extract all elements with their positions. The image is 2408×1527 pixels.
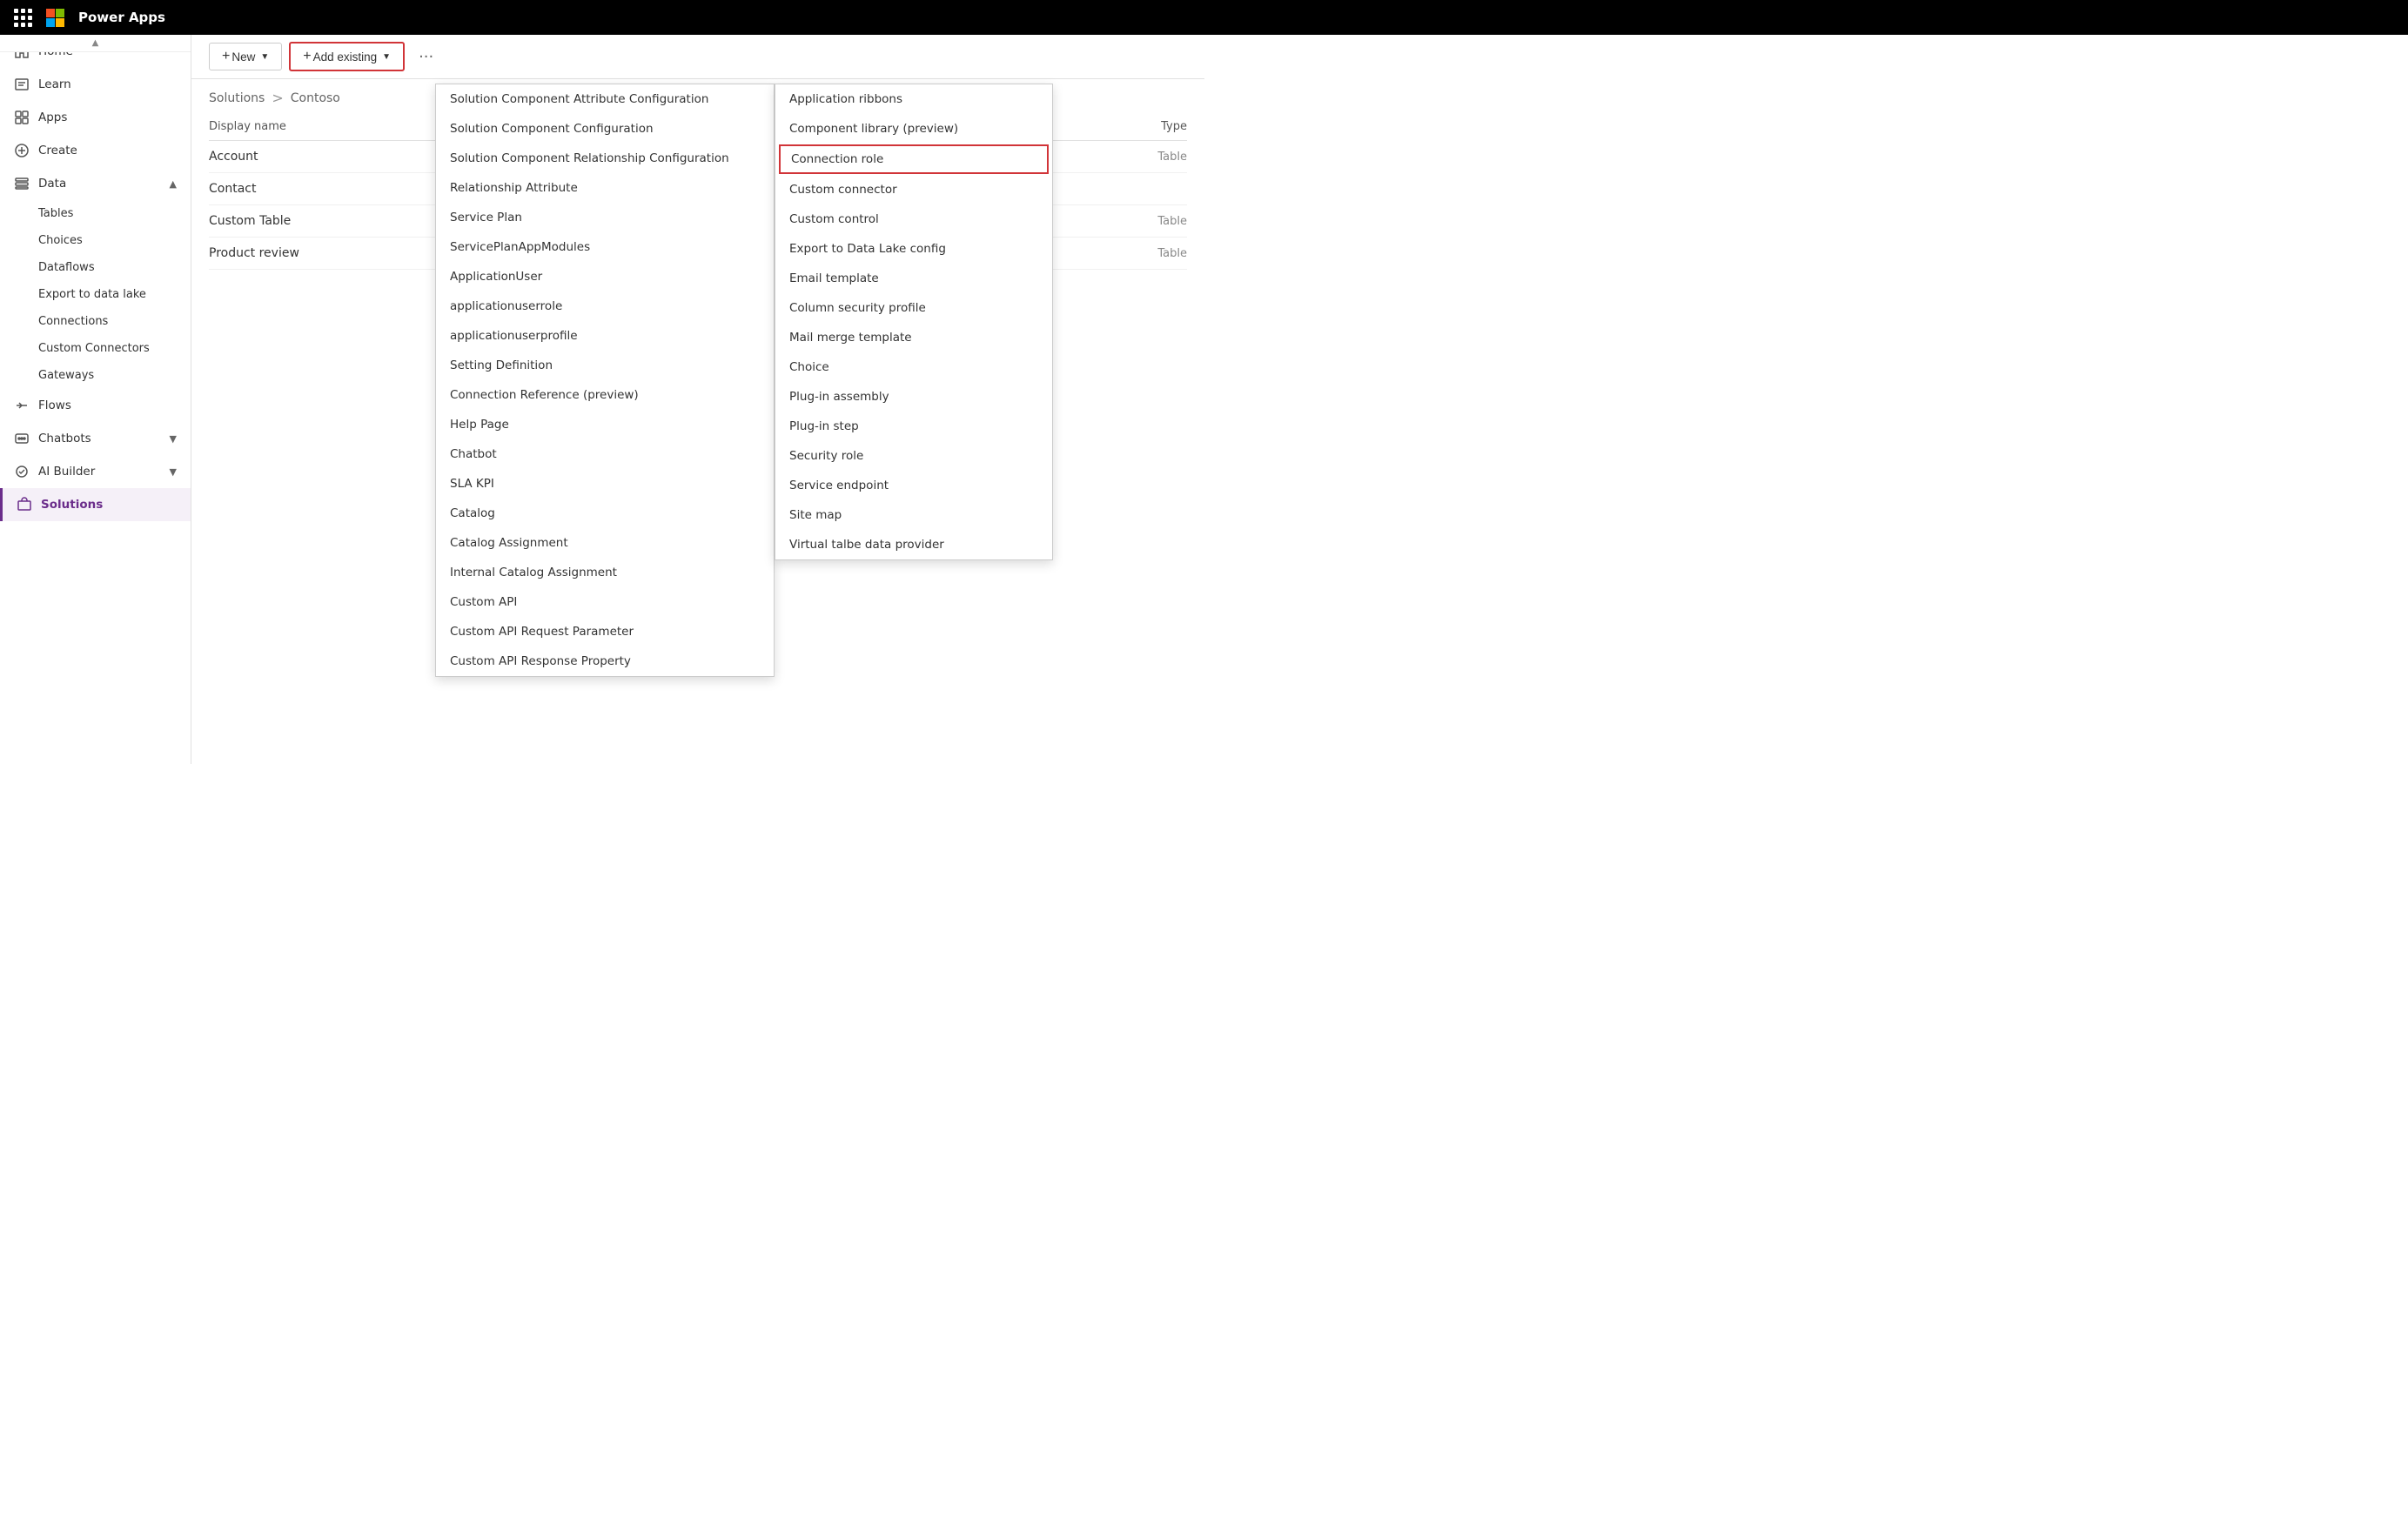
top-bar: Power Apps — [0, 0, 2408, 35]
app-title: Power Apps — [78, 10, 165, 25]
sidebar-sub-item-dataflows[interactable]: Dataflows — [0, 254, 191, 281]
dropdown-left[interactable]: Solution Component Attribute Configurati… — [435, 84, 775, 677]
sidebar-item-solutions-label: Solutions — [41, 498, 103, 512]
dropdown-item[interactable]: applicationuserrole — [436, 291, 774, 321]
dropdown-item-site-map[interactable]: Site map — [775, 500, 1052, 530]
dropdown-item-app-ribbons[interactable]: Application ribbons — [775, 84, 1052, 114]
dropdown-right[interactable]: Application ribbons Component library (p… — [775, 84, 1053, 560]
dropdown-item[interactable]: Chatbot — [436, 439, 774, 469]
main-content: + New ▼ + Add existing ▼ ··· Solutions >… — [191, 35, 1204, 764]
dropdown-item-custom-connector[interactable]: Custom connector — [775, 175, 1052, 204]
sidebar-item-flows[interactable]: Flows — [0, 389, 191, 422]
sidebar-item-solutions[interactable]: Solutions — [0, 488, 191, 521]
dropdown-item-service-endpoint[interactable]: Service endpoint — [775, 471, 1052, 500]
sidebar-sub-item-export[interactable]: Export to data lake — [0, 281, 191, 308]
sidebar-item-ai-builder[interactable]: AI Builder ▼ — [0, 455, 191, 488]
sidebar-item-create[interactable]: Create — [0, 134, 191, 167]
add-existing-button[interactable]: + Add existing ▼ — [289, 42, 405, 71]
dropdown-item-custom-control[interactable]: Custom control — [775, 204, 1052, 234]
col-type[interactable]: Type — [1100, 120, 1187, 133]
breadcrumb-solutions[interactable]: Solutions — [209, 91, 265, 105]
add-existing-chevron-icon: ▼ — [382, 52, 391, 62]
sidebar-item-apps[interactable]: Apps — [0, 101, 191, 134]
dropdown-item-plugin-step[interactable]: Plug-in step — [775, 412, 1052, 441]
chatbots-icon — [14, 431, 30, 446]
sidebar: ▲ Home Learn Apps Create — [0, 35, 191, 764]
dropdown-item[interactable]: Service Plan — [436, 203, 774, 232]
dropdown-item[interactable]: Setting Definition — [436, 351, 774, 380]
new-label: New — [231, 50, 255, 64]
dropdown-item-choice[interactable]: Choice — [775, 352, 1052, 382]
dropdown-item[interactable]: Custom API Response Property — [436, 646, 774, 676]
create-icon — [14, 143, 30, 158]
dropdown-item-security-role[interactable]: Security role — [775, 441, 1052, 471]
data-chevron-up-icon: ▲ — [170, 178, 177, 190]
sidebar-item-flows-label: Flows — [38, 398, 71, 412]
ai-chevron-icon: ▼ — [170, 466, 177, 478]
apps-icon — [14, 110, 30, 125]
row-product-review-type: Table — [1100, 247, 1187, 260]
sidebar-item-learn[interactable]: Learn — [0, 68, 191, 101]
dropdown-item[interactable]: Catalog Assignment — [436, 528, 774, 558]
sidebar-item-ai-label: AI Builder — [38, 465, 95, 479]
dropdown-item-connection-role[interactable]: Connection role — [779, 144, 1049, 174]
row-account-type: Table — [1100, 151, 1187, 164]
dropdown-item[interactable]: ServicePlanAppModules — [436, 232, 774, 262]
dropdown-item[interactable]: Internal Catalog Assignment — [436, 558, 774, 587]
dropdown-item[interactable]: Custom API — [436, 587, 774, 617]
dropdown-item[interactable]: applicationuserprofile — [436, 321, 774, 351]
new-plus-icon: + — [222, 49, 230, 64]
sidebar-sub-item-custom-connectors[interactable]: Custom Connectors — [0, 335, 191, 362]
dropdown-item[interactable]: ApplicationUser — [436, 262, 774, 291]
dropdown-item[interactable]: SLA KPI — [436, 469, 774, 499]
sidebar-sub-item-connections[interactable]: Connections — [0, 308, 191, 335]
add-existing-label: Add existing — [313, 50, 378, 64]
data-icon — [14, 176, 30, 191]
sidebar-item-apps-label: Apps — [38, 111, 67, 124]
dropdown-item-mail-merge[interactable]: Mail merge template — [775, 323, 1052, 352]
dropdown-item-export-data-lake[interactable]: Export to Data Lake config — [775, 234, 1052, 264]
dropdown-item-column-security[interactable]: Column security profile — [775, 293, 1052, 323]
breadcrumb-separator: > — [272, 90, 283, 106]
dropdown-item[interactable]: Connection Reference (preview) — [436, 380, 774, 410]
sidebar-item-chatbots[interactable]: Chatbots ▼ — [0, 422, 191, 455]
sidebar-sub-item-gateways[interactable]: Gateways — [0, 362, 191, 389]
row-custom-table-type: Table — [1100, 215, 1187, 228]
sidebar-sub-item-choices[interactable]: Choices — [0, 227, 191, 254]
scroll-up-btn[interactable]: ▲ — [0, 35, 191, 52]
sidebar-item-learn-label: Learn — [38, 77, 71, 91]
add-existing-plus-icon: + — [303, 49, 311, 64]
learn-icon — [14, 77, 30, 92]
dropdown-item-email-template[interactable]: Email template — [775, 264, 1052, 293]
dropdown-item[interactable]: Help Page — [436, 410, 774, 439]
flows-icon — [14, 398, 30, 413]
sidebar-sub-item-tables[interactable]: Tables — [0, 200, 191, 227]
new-button[interactable]: + New ▼ — [209, 43, 282, 70]
dropdown-item[interactable]: Relationship Attribute — [436, 173, 774, 203]
dropdown-item[interactable]: Solution Component Relationship Configur… — [436, 144, 774, 173]
dropdown-item-virtual-table[interactable]: Virtual talbe data provider — [775, 530, 1052, 559]
ai-icon — [14, 464, 30, 479]
sidebar-item-create-label: Create — [38, 144, 77, 157]
new-chevron-icon: ▼ — [260, 52, 269, 62]
sidebar-item-data[interactable]: Data ▲ — [0, 167, 191, 200]
dropdown-item[interactable]: Custom API Request Parameter — [436, 617, 774, 646]
dropdown-item-component-library[interactable]: Component library (preview) — [775, 114, 1052, 144]
dropdown-item[interactable]: Solution Component Configuration — [436, 114, 774, 144]
toolbar: + New ▼ + Add existing ▼ ··· — [191, 35, 1204, 79]
waffle-icon[interactable] — [10, 5, 36, 30]
sidebar-item-data-label: Data — [38, 177, 66, 191]
dropdown-item[interactable]: Catalog — [436, 499, 774, 528]
chatbots-chevron-icon: ▼ — [170, 433, 177, 445]
breadcrumb-current: Contoso — [291, 91, 340, 105]
microsoft-logo — [46, 9, 64, 27]
sidebar-item-chatbots-label: Chatbots — [38, 432, 91, 445]
more-options-button[interactable]: ··· — [419, 48, 433, 66]
dropdown-item[interactable]: Solution Component Attribute Configurati… — [436, 84, 774, 114]
solutions-icon — [17, 497, 32, 512]
dropdown-item-plugin-assembly[interactable]: Plug-in assembly — [775, 382, 1052, 412]
